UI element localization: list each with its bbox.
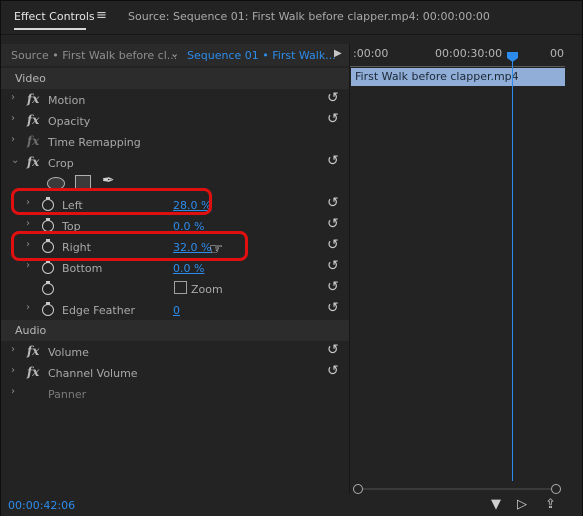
- current-timecode[interactable]: 00:00:42:06: [8, 499, 75, 512]
- panel-header: Effect Controls ≡ Source: Sequence 01: F…: [1, 1, 582, 35]
- ruler-time-end: 00: [550, 47, 564, 60]
- pen-mask-icon[interactable]: ✒: [102, 171, 115, 189]
- video-section-header: Video: [1, 68, 349, 89]
- video-section-label: Video: [15, 72, 46, 85]
- chevron-right-icon[interactable]: ›: [11, 386, 15, 397]
- chevron-right-icon[interactable]: ›: [26, 260, 30, 271]
- chevron-down-icon[interactable]: ⌄: [11, 155, 19, 166]
- effect-properties-list: Video › fx Motion ↺ › fx Opacity ↺ › fx …: [1, 68, 349, 488]
- filter-icon[interactable]: ▼: [491, 497, 501, 512]
- crop-prop-edge-feather[interactable]: › Edge Feather 0 ↺: [1, 299, 349, 320]
- fx-icon: fx: [27, 134, 40, 148]
- effect-name-channel-volume: Channel Volume: [48, 367, 138, 380]
- left-value-highlight: [11, 188, 212, 215]
- prop-value-bottom[interactable]: 0.0 %: [173, 262, 204, 275]
- footer-bar: 00:00:42:06 ▼ ▷ ⇪: [1, 496, 582, 516]
- reset-icon[interactable]: ↺: [327, 364, 339, 378]
- chevron-right-icon[interactable]: ›: [11, 344, 15, 355]
- effect-row-opacity[interactable]: › fx Opacity ↺: [1, 110, 349, 131]
- effect-controls-tab[interactable]: Effect Controls: [14, 10, 95, 23]
- active-tab-indicator: [14, 28, 86, 30]
- stopwatch-icon[interactable]: [42, 281, 54, 295]
- effect-row-time-remapping[interactable]: › fx Time Remapping: [1, 131, 349, 152]
- audio-section-header: Audio: [1, 320, 349, 341]
- scrollbar-start-handle[interactable]: [353, 484, 363, 494]
- fx-icon[interactable]: fx: [27, 365, 39, 379]
- fx-icon[interactable]: fx: [27, 92, 39, 106]
- hand-cursor-icon: ☞: [209, 239, 224, 258]
- clip-tab-row: Source • First Walk before cl... ⌄ Seque…: [1, 44, 351, 66]
- effect-name-volume: Volume: [48, 346, 89, 359]
- ruler-time-start: :00:00: [353, 47, 389, 60]
- effect-name-crop: Crop: [48, 157, 74, 170]
- chevron-right-icon[interactable]: ›: [11, 92, 15, 103]
- stopwatch-icon[interactable]: [42, 218, 54, 232]
- reset-icon[interactable]: ↺: [327, 238, 339, 252]
- scrollbar-end-handle[interactable]: [551, 484, 561, 494]
- chevron-right-icon[interactable]: ›: [11, 113, 15, 124]
- effect-row-volume[interactable]: › fx Volume ↺: [1, 341, 349, 362]
- effect-row-channel-volume[interactable]: › fx Channel Volume ↺: [1, 362, 349, 383]
- chevron-right-icon[interactable]: ›: [11, 365, 15, 376]
- chevron-right-icon[interactable]: ›: [26, 218, 30, 229]
- prop-value-edge-feather[interactable]: 0: [173, 304, 180, 317]
- reset-icon[interactable]: ↺: [327, 112, 339, 126]
- timeline-zoom-scrollbar[interactable]: [353, 484, 563, 494]
- effect-name-panner: Panner: [48, 388, 87, 401]
- hamburger-menu-icon[interactable]: ≡: [96, 8, 107, 23]
- play-audio-icon[interactable]: ▷: [517, 497, 527, 512]
- reset-icon[interactable]: ↺: [327, 154, 339, 168]
- effect-controls-panel: Effect Controls ≡ Source: Sequence 01: F…: [0, 0, 583, 516]
- clip-name: First Walk before clapper.mp4: [355, 70, 519, 83]
- source-clip-tab[interactable]: Source • First Walk before cl...: [11, 49, 177, 62]
- reset-icon[interactable]: ↺: [327, 217, 339, 231]
- prop-name-zoom: Zoom: [191, 283, 223, 296]
- effect-row-crop[interactable]: ⌄ fx Crop ↺: [1, 152, 349, 173]
- reset-icon[interactable]: ↺: [327, 301, 339, 315]
- reset-icon[interactable]: ↺: [327, 343, 339, 357]
- reset-icon[interactable]: ↺: [327, 280, 339, 294]
- ruler-ticks: [350, 61, 565, 67]
- sequence-clip-tab[interactable]: Sequence 01 • First Walk...: [187, 49, 336, 62]
- reset-icon[interactable]: ↺: [327, 91, 339, 105]
- scrollbar-track[interactable]: [359, 488, 557, 490]
- fx-icon[interactable]: fx: [27, 155, 39, 169]
- effect-row-motion[interactable]: › fx Motion ↺: [1, 89, 349, 110]
- effect-row-panner[interactable]: › Panner: [1, 383, 349, 404]
- export-icon[interactable]: ⇪: [545, 497, 556, 512]
- audio-section-label: Audio: [15, 324, 47, 337]
- ruler-time-mid: 00:00:30:00: [435, 47, 503, 60]
- panel-divider[interactable]: [349, 44, 350, 494]
- effect-name-opacity: Opacity: [48, 115, 91, 128]
- reset-icon[interactable]: ↺: [327, 196, 339, 210]
- stopwatch-icon[interactable]: [42, 302, 54, 316]
- zoom-checkbox[interactable]: [174, 281, 187, 294]
- reset-icon[interactable]: ↺: [327, 259, 339, 273]
- fx-icon[interactable]: fx: [27, 344, 39, 358]
- source-monitor-title[interactable]: Source: Sequence 01: First Walk before c…: [128, 10, 490, 23]
- prop-name-edge-feather: Edge Feather: [62, 304, 135, 317]
- stopwatch-icon[interactable]: [42, 260, 54, 274]
- chevron-right-icon[interactable]: ›: [26, 302, 30, 313]
- timeline-clip[interactable]: First Walk before clapper.mp4: [351, 68, 565, 86]
- fx-icon[interactable]: fx: [27, 113, 39, 127]
- prop-name-bottom: Bottom: [62, 262, 103, 275]
- chevron-down-icon[interactable]: ⌄: [170, 47, 179, 60]
- effect-name-motion: Motion: [48, 94, 86, 107]
- effect-name-time-remapping: Time Remapping: [48, 136, 141, 149]
- chevron-right-icon[interactable]: ›: [11, 134, 15, 145]
- playhead-line[interactable]: [512, 61, 513, 481]
- play-triangle-icon[interactable]: ▶: [334, 48, 342, 59]
